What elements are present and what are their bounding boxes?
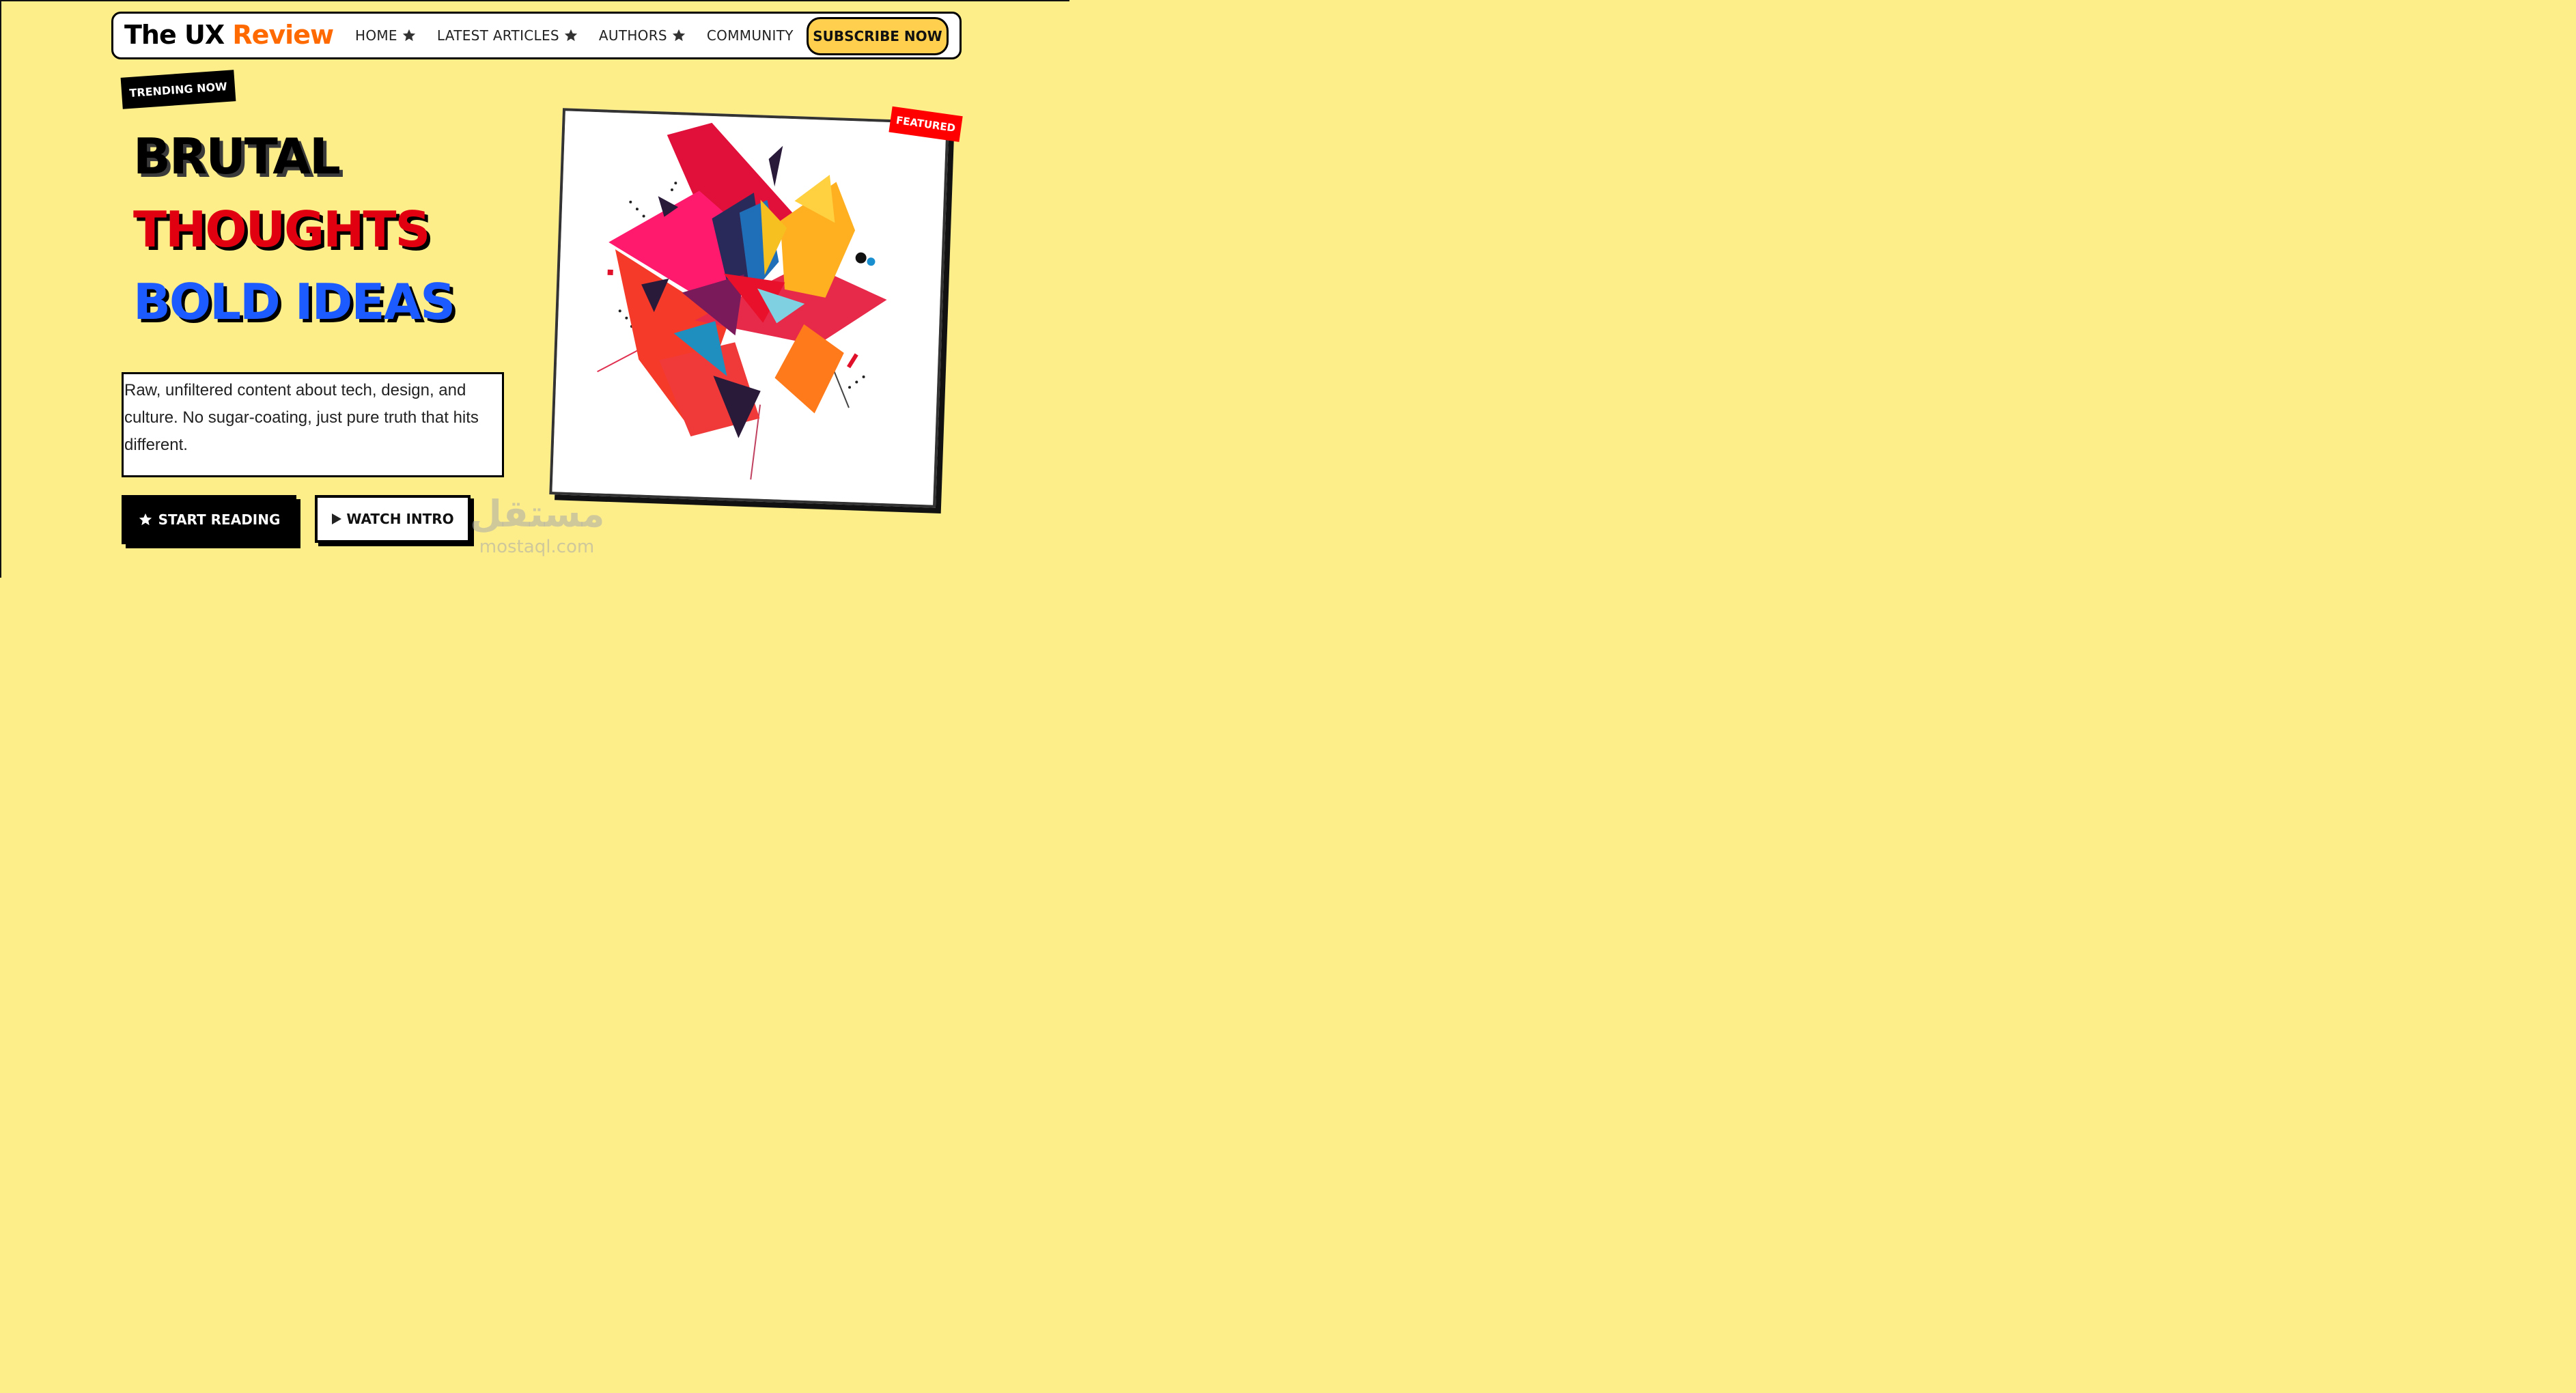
nav-item-authors[interactable]: AUTHORS: [599, 27, 686, 44]
nav-item-label: HOME: [355, 27, 397, 44]
hero-description: Raw, unfiltered content about tech, desi…: [122, 372, 504, 477]
watch-intro-label: WATCH INTRO: [346, 511, 454, 527]
star-icon: [402, 29, 416, 42]
star-icon: [672, 29, 686, 42]
start-reading-label: START READING: [158, 511, 281, 528]
nav-item-label: AUTHORS: [598, 27, 667, 44]
abstract-art-image: [552, 111, 947, 505]
star-icon: [564, 29, 578, 42]
headline-line-1: BRUTAL: [133, 128, 341, 185]
subscribe-button[interactable]: SUBSCRIBE NOW: [807, 17, 949, 55]
mostaql-watermark: مستقل mostaql.com: [470, 492, 605, 568]
logo-accent-text: Review: [232, 20, 334, 50]
watch-intro-button[interactable]: WATCH INTRO: [315, 495, 471, 543]
nav-item-label: LATEST ARTICLES: [436, 27, 559, 44]
nav-item-label: COMMUNITY: [706, 27, 794, 44]
top-navbar: The UX Review HOME LATEST ARTICLES AUTHO…: [111, 12, 962, 59]
start-reading-button[interactable]: START READING: [122, 495, 296, 544]
headline-line-2: THOUGHTS: [133, 201, 430, 258]
nav-item-latest-articles[interactable]: LATEST ARTICLES: [437, 27, 578, 44]
watermark-latin: mostaql.com: [479, 537, 595, 557]
headline-line-3: BOLD IDEAS: [133, 273, 456, 330]
logo-text: The UX: [124, 20, 233, 50]
nav-links: HOME LATEST ARTICLES AUTHORS COMMUNITY: [355, 14, 794, 57]
star-icon: [139, 513, 152, 526]
nav-item-home[interactable]: HOME: [355, 27, 417, 44]
watermark-arabic: مستقل: [470, 492, 605, 535]
play-icon: [332, 513, 342, 524]
featured-image-frame: [549, 108, 949, 508]
featured-card[interactable]: FEATURED: [549, 106, 963, 508]
site-logo[interactable]: The UX Review: [124, 20, 334, 50]
nav-item-community[interactable]: COMMUNITY: [707, 27, 794, 44]
